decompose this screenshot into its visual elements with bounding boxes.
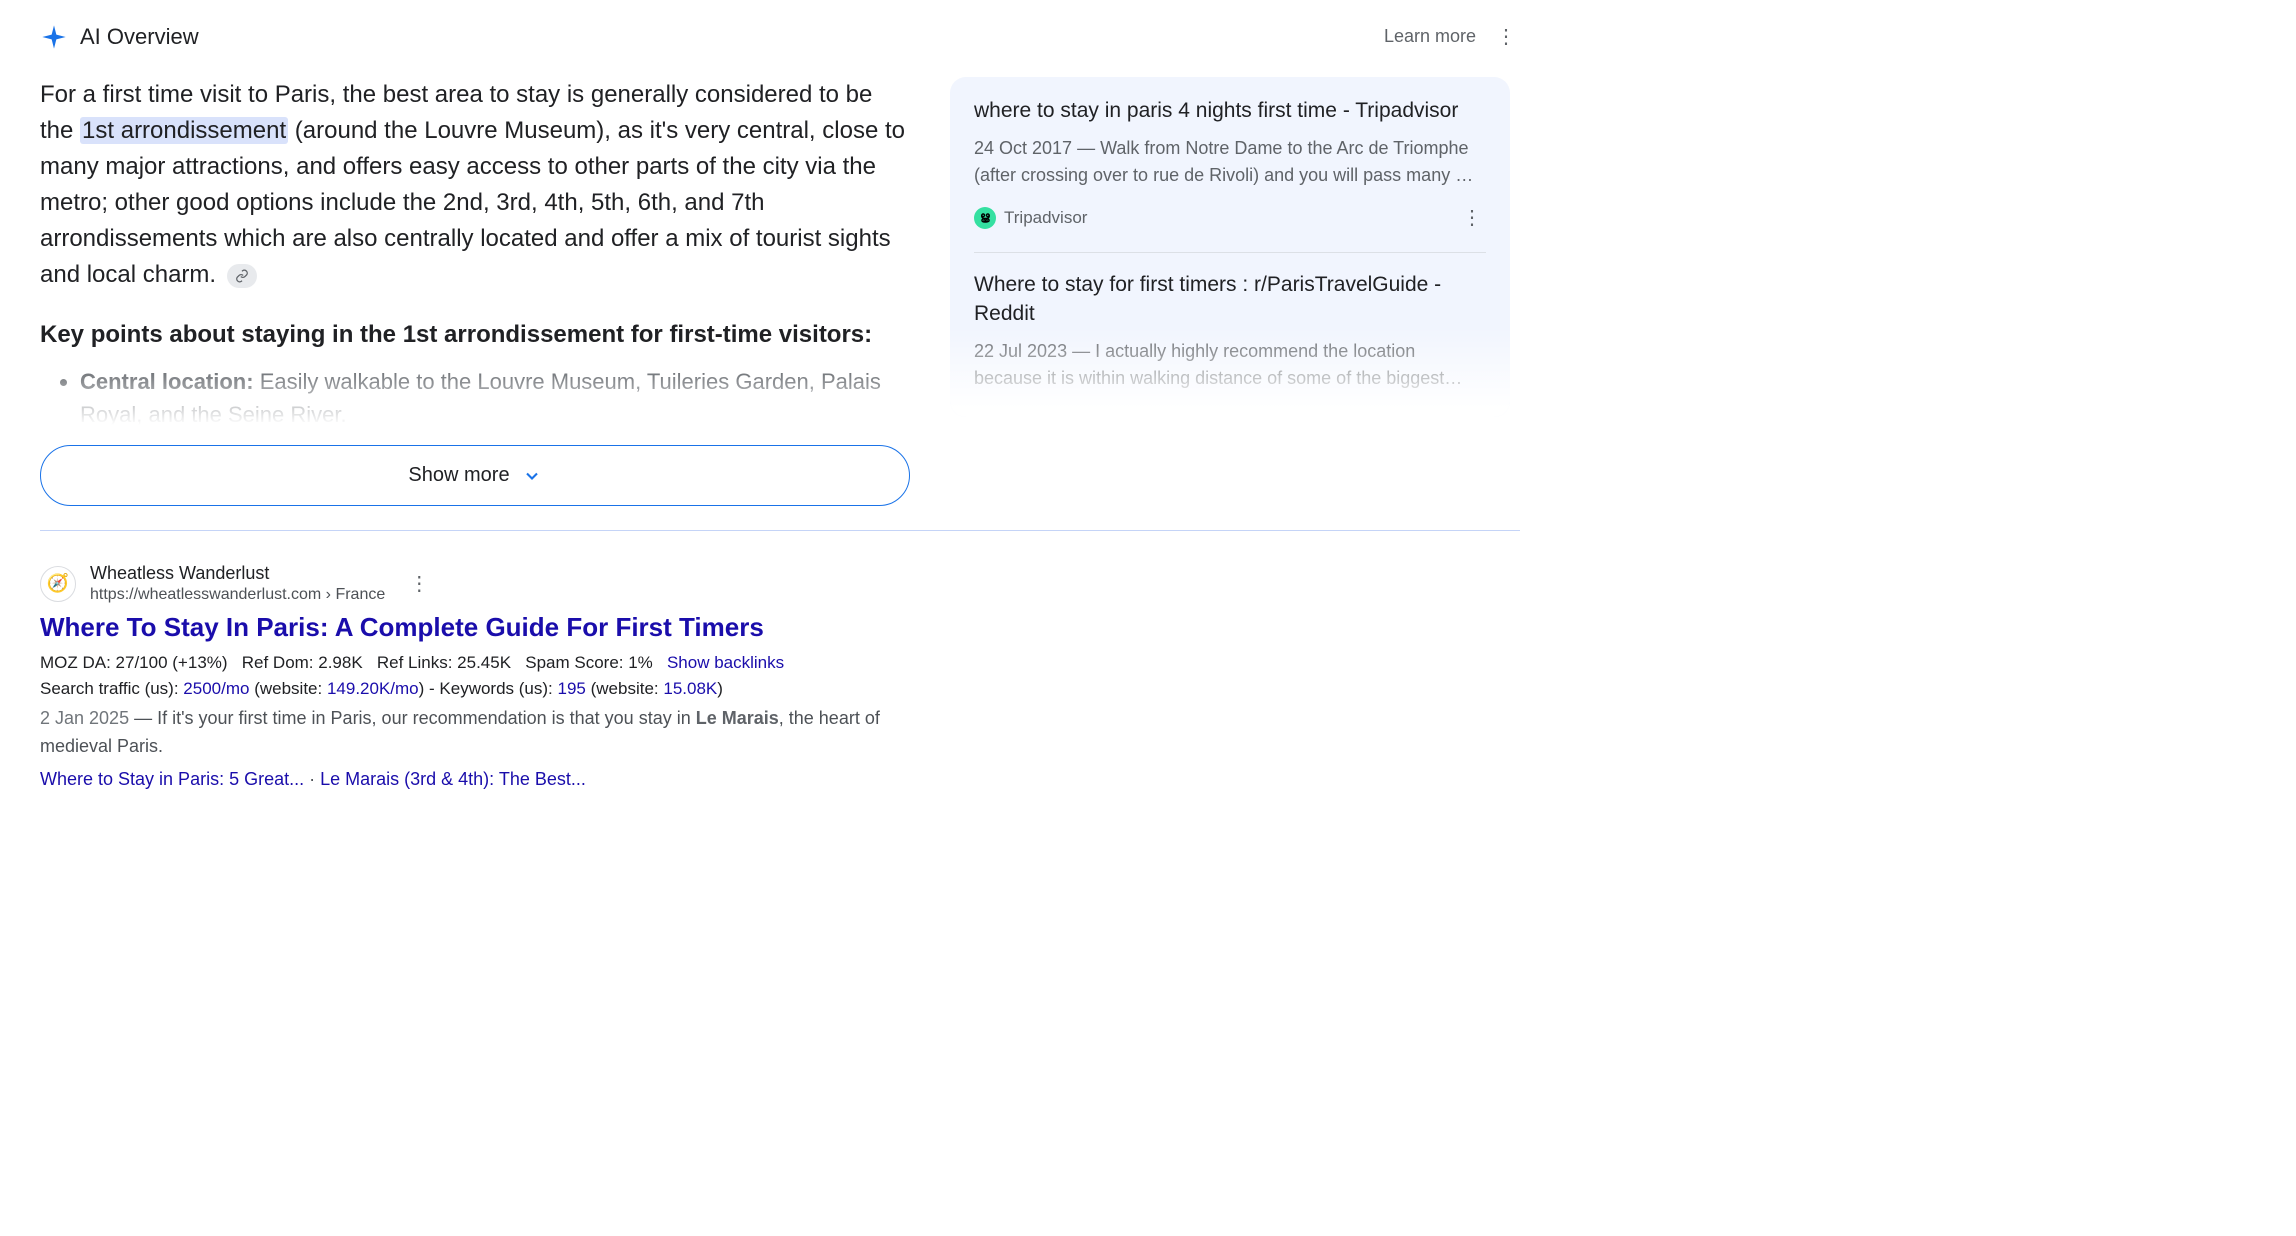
ai-overview-title: AI Overview xyxy=(80,24,199,50)
key-points-heading: Key points about staying in the 1st arro… xyxy=(40,321,910,349)
search-traffic-link[interactable]: 2500/mo xyxy=(183,679,249,698)
keywords-link[interactable]: 195 xyxy=(558,679,586,698)
card-footer: r Reddit · r/ParisTravelGuide ⋮ xyxy=(974,404,1486,417)
link-icon xyxy=(235,269,249,283)
card-source: ൠ Tripadvisor xyxy=(974,207,1087,229)
seo-metrics-line-2: Search traffic (us): 2500/mo (website: 1… xyxy=(40,679,910,699)
show-backlinks-link[interactable]: Show backlinks xyxy=(667,653,784,672)
citation-link-chip[interactable] xyxy=(227,264,257,288)
header-left: AI Overview xyxy=(40,23,199,51)
reddit-favicon: r xyxy=(974,410,996,417)
card-title: where to stay in paris 4 nights first ti… xyxy=(974,97,1486,125)
card-source: r Reddit · r/ParisTravelGuide xyxy=(974,410,1209,417)
overview-highlight: 1st arrondissement xyxy=(80,117,288,144)
key-points-list: Central location: Easily walkable to the… xyxy=(40,365,910,425)
site-keywords-link[interactable]: 15.08K xyxy=(663,679,717,698)
result-url: https://wheatlesswanderlust.com › France xyxy=(90,586,385,604)
card-menu-icon[interactable]: ⋮ xyxy=(1458,404,1486,417)
key-points-wrap: Central location: Easily walkable to the… xyxy=(40,365,910,425)
result-site-name: Wheatless Wanderlust xyxy=(90,563,385,584)
header-menu-icon[interactable]: ⋮ xyxy=(1492,20,1520,53)
card-menu-icon[interactable]: ⋮ xyxy=(1458,201,1486,234)
citation-cards-panel: where to stay in paris 4 nights first ti… xyxy=(950,77,1510,417)
card-source-name: Reddit · r/ParisTravelGuide xyxy=(1004,411,1209,417)
result-sublinks: Where to Stay in Paris: 5 Great... · Le … xyxy=(40,769,910,790)
header-right: Learn more ⋮ xyxy=(1384,20,1520,53)
card-footer: ൠ Tripadvisor ⋮ xyxy=(974,201,1486,234)
key-point-item: Central location: Easily walkable to the… xyxy=(80,365,910,425)
ai-overview-header: AI Overview Learn more ⋮ xyxy=(40,20,1520,53)
sublink-2[interactable]: Le Marais (3rd & 4th): The Best... xyxy=(320,769,586,789)
show-more-button[interactable]: Show more xyxy=(40,445,910,506)
citation-card[interactable]: where to stay in paris 4 nights first ti… xyxy=(974,97,1486,253)
card-source-name: Tripadvisor xyxy=(1004,208,1087,228)
section-divider xyxy=(40,530,1520,531)
result-favicon: 🧭 xyxy=(40,566,76,602)
card-snippet: 22 Jul 2023 — I actually highly recommen… xyxy=(974,338,1486,392)
search-result: 🧭 Wheatless Wanderlust https://wheatless… xyxy=(40,563,910,790)
seo-metrics-line-1: MOZ DA: 27/100 (+13%) Ref Dom: 2.98K Ref… xyxy=(40,653,910,673)
sparkle-icon xyxy=(40,23,68,51)
result-header: 🧭 Wheatless Wanderlust https://wheatless… xyxy=(40,563,910,604)
result-snippet: 2 Jan 2025 — If it's your first time in … xyxy=(40,705,910,761)
overview-left-column: For a first time visit to Paris, the bes… xyxy=(40,77,910,506)
citation-card[interactable]: Where to stay for first timers : r/Paris… xyxy=(974,271,1486,417)
overview-text: For a first time visit to Paris, the bes… xyxy=(40,77,910,293)
site-traffic-link[interactable]: 149.20K/mo xyxy=(327,679,419,698)
card-snippet: 24 Oct 2017 — Walk from Notre Dame to th… xyxy=(974,135,1486,189)
chevron-down-icon xyxy=(522,466,542,486)
learn-more-link[interactable]: Learn more xyxy=(1384,26,1476,47)
tripadvisor-favicon: ൠ xyxy=(974,207,996,229)
key-point-label: Central location: xyxy=(80,369,254,394)
result-menu-icon[interactable]: ⋮ xyxy=(405,567,433,600)
show-more-label: Show more xyxy=(408,464,509,487)
result-title-link[interactable]: Where To Stay In Paris: A Complete Guide… xyxy=(40,612,910,643)
sublink-1[interactable]: Where to Stay in Paris: 5 Great... xyxy=(40,769,304,789)
result-site-info: Wheatless Wanderlust https://wheatlesswa… xyxy=(90,563,385,604)
card-title: Where to stay for first timers : r/Paris… xyxy=(974,271,1486,328)
